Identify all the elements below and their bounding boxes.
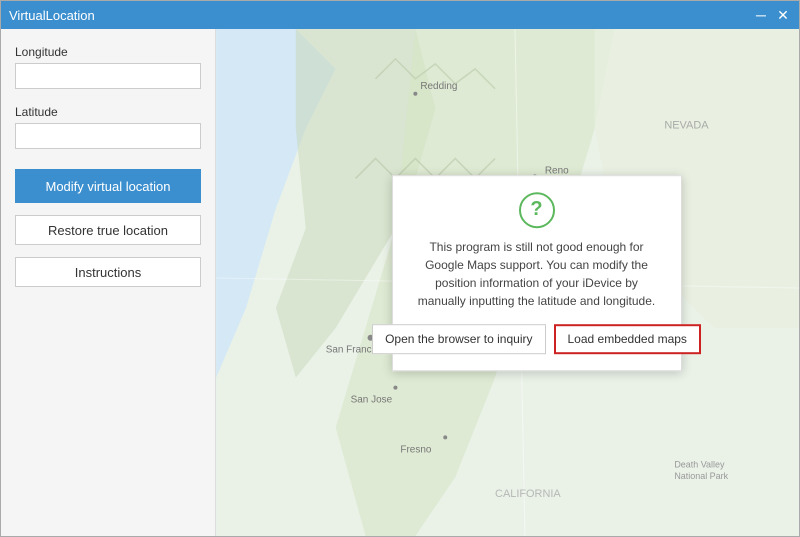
svg-text:NEVADA: NEVADA <box>664 120 709 132</box>
svg-text:Redding: Redding <box>420 81 457 92</box>
content-area: Longitude Latitude Modify virtual locati… <box>1 29 799 536</box>
title-bar: VirtualLocation ─ ✕ <box>1 1 799 29</box>
main-window: VirtualLocation ─ ✕ Longitude Latitude M… <box>0 0 800 537</box>
svg-text:Death Valley: Death Valley <box>674 459 725 469</box>
open-browser-button[interactable]: Open the browser to inquiry <box>372 324 545 354</box>
longitude-field-group: Longitude <box>15 45 201 89</box>
load-maps-button[interactable]: Load embedded maps <box>554 324 701 354</box>
instructions-button[interactable]: Instructions <box>15 257 201 287</box>
longitude-label: Longitude <box>15 45 201 59</box>
popup-buttons: Open the browser to inquiry Load embedde… <box>413 324 661 354</box>
svg-text:CALIFORNIA: CALIFORNIA <box>495 488 561 500</box>
question-icon: ? <box>519 192 555 228</box>
close-button[interactable]: ✕ <box>775 7 791 23</box>
restore-location-button[interactable]: Restore true location <box>15 215 201 245</box>
longitude-input[interactable] <box>15 63 201 89</box>
svg-text:San Jose: San Jose <box>351 395 393 406</box>
svg-text:Fresno: Fresno <box>400 444 431 455</box>
latitude-field-group: Latitude <box>15 105 201 149</box>
window-title: VirtualLocation <box>9 8 95 23</box>
map-container: NEVADA CALIFORNIA Redding Reno San Franc… <box>216 29 799 536</box>
popup-text: This program is still not good enough fo… <box>413 238 661 310</box>
svg-text:National Park: National Park <box>674 471 728 481</box>
popup-dialog: ? This program is still not good enough … <box>392 175 682 371</box>
latitude-input[interactable] <box>15 123 201 149</box>
latitude-label: Latitude <box>15 105 201 119</box>
title-bar-controls: ─ ✕ <box>753 7 791 23</box>
minimize-button[interactable]: ─ <box>753 7 769 23</box>
modify-location-button[interactable]: Modify virtual location <box>15 169 201 203</box>
sidebar: Longitude Latitude Modify virtual locati… <box>1 29 216 536</box>
